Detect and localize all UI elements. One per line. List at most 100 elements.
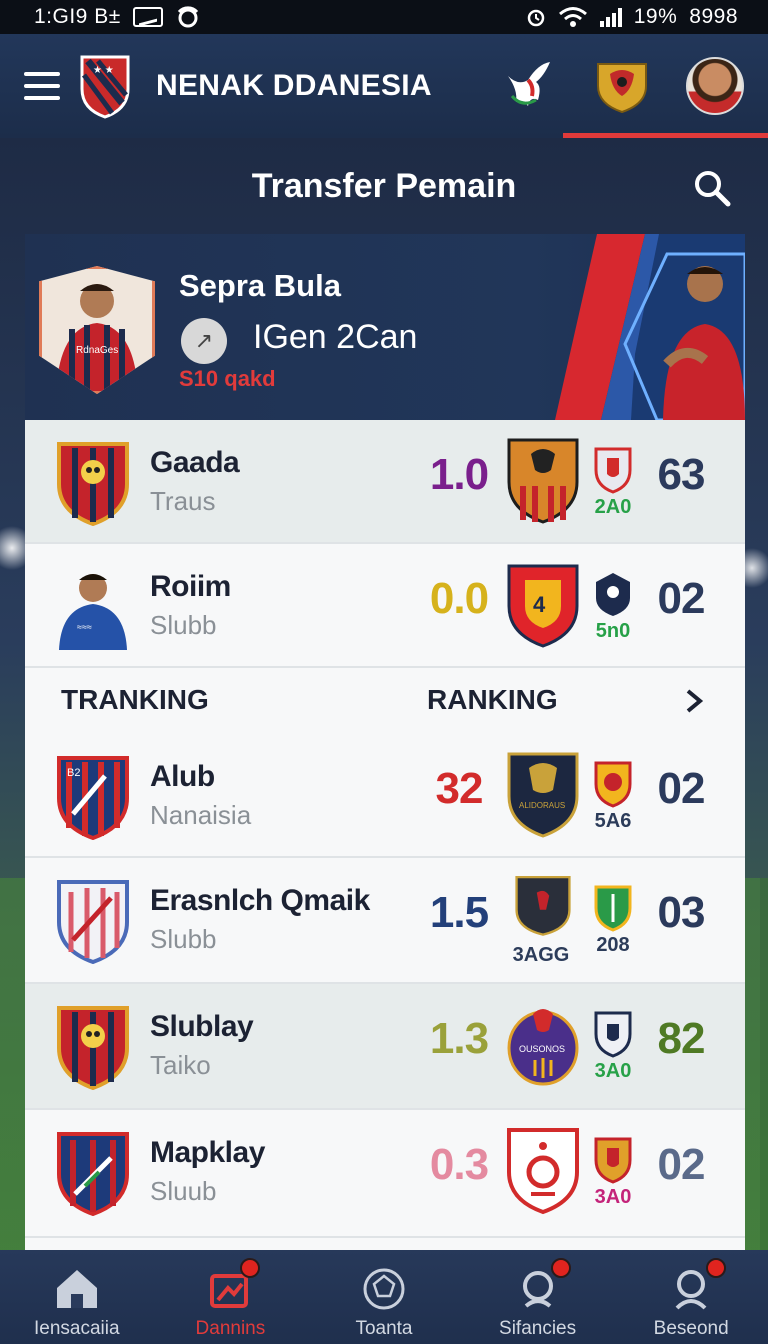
mini-club-icon [594,447,632,494]
ranking-value: 0.3 [429,1140,489,1189]
club-badge-icon: 4 [507,564,579,648]
club-code: 208 [596,934,630,956]
nav-label: Iensacaiia [34,1318,120,1339]
chevron-right-icon[interactable] [681,686,707,716]
points: 02 [657,1140,706,1189]
club-code: 3A0 [594,1186,632,1208]
club-badge-icon [515,875,571,936]
nav-label: Dannins [195,1318,266,1339]
club-badge-icon: OUSONOS [507,1009,579,1086]
profile-avatar[interactable] [686,57,744,115]
player-name: Gaada [150,446,240,479]
nav-profile[interactable]: Beseond [614,1250,768,1344]
player-club: Nanaisia [150,800,252,830]
nav-matches[interactable]: Toanta [307,1250,461,1344]
svg-text:★ ★: ★ ★ [93,65,114,76]
list-item[interactable]: Erasnlch Qmaik Slubb 1.5 3AGG 208 03 [25,858,745,984]
menu-icon[interactable] [24,72,60,100]
mini-club-icon [594,1011,632,1058]
club-badge-icon [507,438,579,524]
featured-player-name: Sepra Bula [179,268,341,303]
football-icon [363,1268,405,1310]
nav-label: Toanta [355,1318,413,1339]
club-crest-icon [57,1006,129,1090]
transfer-value: 0.0 [429,574,489,623]
club-badge-icon: ↗ [181,318,227,364]
notification-badge [706,1258,727,1278]
mini-club-icon [594,885,632,932]
notification-badge [239,1258,260,1278]
player-club: Taiko [150,1050,211,1080]
ranking-section-header[interactable]: TRANKING RANKING [25,668,745,734]
featured-subtitle: S10 qakd [179,366,276,391]
mini-club-icon [596,573,630,616]
status-right-text: 8998 [689,5,738,28]
player-club: Traus [150,486,216,516]
featured-player-art [555,234,745,420]
home-icon [56,1270,97,1308]
points: 02 [657,764,706,813]
points: 03 [657,888,706,937]
ranking-value: 1.5 [429,888,489,937]
nav-stats[interactable]: Sifancies [461,1250,615,1344]
status-time: 1:GI9 B± [34,5,121,28]
club-code: 2A0 [594,496,632,518]
svg-text:OUSONOS: OUSONOS [519,1044,565,1054]
player-photo: ≈≈≈ [59,574,127,650]
ranking-value: 1.3 [429,1014,489,1063]
shirt-text: RdnaGes [76,345,118,356]
battery-percent: 19% [633,5,678,28]
list-item[interactable]: Gaada Traus 1.0 2A0 63 [25,420,745,544]
signal-icon [599,7,622,27]
eagle-icon[interactable] [498,56,558,116]
transfer-value: 1.0 [429,450,489,499]
app-header: ★ ★ NENAK DDANESIA [0,34,768,138]
alarm-icon [527,9,544,27]
mini-club-icon [594,1137,632,1184]
list-item[interactable]: B2 Alub Nanaisia 32 ALIDORAUS 5A6 02 [25,734,745,858]
points: 63 [657,450,706,499]
player-name: Mapklay [150,1136,265,1169]
club-crest-icon [57,1132,129,1216]
app-title: NENAK DDANESIA [156,69,432,102]
player-name: Alub [150,760,215,793]
mini-club-icon [594,761,632,808]
list-item[interactable]: Mapklay Sluub 0.3 3A0 02 [25,1110,745,1238]
section-title-right: RANKING [427,684,558,715]
player-name: Roiim [150,570,231,603]
search-icon[interactable] [692,168,732,208]
club-code: 5n0 [595,620,631,642]
list-item[interactable]: ≈≈≈ Roiim Slubb 0.0 4 5n0 02 [25,544,745,668]
garuda-crest-icon[interactable] [592,56,652,116]
player-name: Erasnlch Qmaik [150,884,370,917]
bottom-navigation: Iensacaiia Dannins Toanta Sifancies Bese… [0,1250,768,1344]
player-club: Slubb [150,610,217,640]
nav-label: Sifancies [499,1318,577,1339]
featured-transfer-card[interactable]: RdnaGes Sepra Bula ↗ IGen 2Can S10 qakd [25,234,745,420]
image-notification-icon [132,7,163,27]
svg-text:≈≈≈: ≈≈≈ [77,622,92,632]
nav-transfers[interactable]: Dannins [154,1250,308,1344]
points: 02 [657,574,706,623]
app-logo-shield: ★ ★ [80,55,130,119]
svg-text:ALIDORAUS: ALIDORAUS [519,801,565,810]
player-name: Slublay [150,1010,254,1043]
section-title-left: TRANKING [61,684,209,715]
transfer-list-panel: Gaada Traus 1.0 2A0 63 ≈≈≈ Roiim Slubb 0… [25,420,745,1250]
gear-notification-icon [177,6,198,28]
list-item[interactable]: Slublay Taiko 1.3 OUSONOS 3A0 82 [25,984,745,1110]
player-club: Sluub [150,1176,217,1206]
player-club: Slubb [150,924,217,954]
featured-club-name: IGen 2Can [253,318,418,356]
points: 82 [657,1014,706,1063]
club-crest-icon: B2 [57,756,129,840]
status-bar: 1:GI9 B± 19% 8998 [0,0,768,34]
nav-label: Beseond [653,1318,729,1339]
nav-home[interactable]: Iensacaiia [0,1250,154,1344]
wifi-icon [558,7,587,27]
page-title: Transfer Pemain [251,166,517,205]
featured-player-photo: RdnaGes [39,266,155,394]
ranking-value: 32 [435,764,484,813]
svg-text:4: 4 [533,592,546,617]
club-badge-icon [507,1128,579,1215]
